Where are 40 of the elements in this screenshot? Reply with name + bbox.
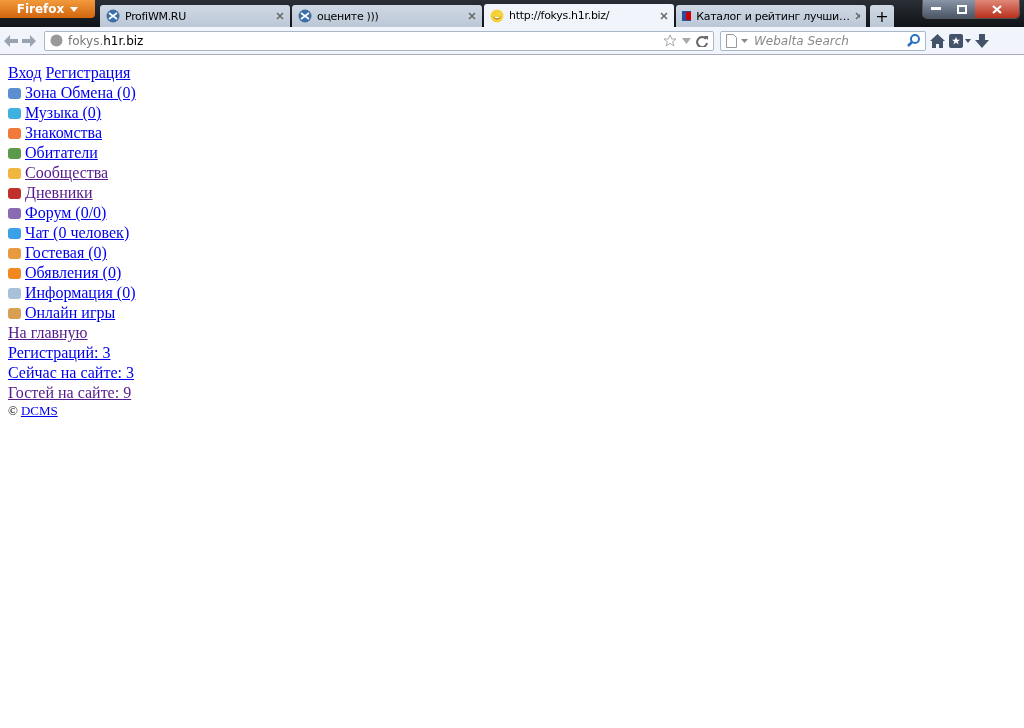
- minimize-icon[interactable]: [923, 0, 949, 18]
- caret-icon: [70, 6, 79, 12]
- browser-tab[interactable]: http://fokys.h1r.biz/: [484, 4, 674, 27]
- home-icon[interactable]: [930, 33, 945, 48]
- page-icon: [726, 33, 737, 48]
- copyright-sign: ©: [8, 402, 18, 420]
- menu-link[interactable]: Дневники: [25, 183, 93, 203]
- reload-icon[interactable]: [696, 34, 708, 47]
- menu-link[interactable]: Сообщества: [25, 163, 109, 183]
- new-tab-button[interactable]: +: [870, 5, 894, 27]
- download-icon[interactable]: [975, 33, 989, 48]
- browser-tab[interactable]: ProfiWM.RU: [100, 5, 290, 27]
- search-icon[interactable]: [907, 34, 920, 47]
- menu-link[interactable]: Чат (0 человек): [25, 223, 130, 243]
- menu-link[interactable]: Форум (0/0): [25, 203, 107, 223]
- register-link[interactable]: Регистрация: [45, 63, 131, 83]
- menu-link[interactable]: Онлайн игры: [25, 303, 116, 323]
- address-field[interactable]: fokys.h1r.biz: [44, 30, 714, 51]
- nav-link[interactable]: Сейчас на сайте: 3: [8, 363, 134, 383]
- badge-icon: [682, 11, 692, 21]
- star-icon[interactable]: [663, 33, 677, 48]
- dropdown-icon[interactable]: [741, 38, 748, 43]
- maximize-icon[interactable]: [949, 0, 975, 18]
- dcms-link[interactable]: DCMS: [20, 401, 58, 421]
- menu-link[interactable]: Гостевая (0): [25, 243, 107, 263]
- menu-link[interactable]: Информация (0): [25, 283, 136, 303]
- login-link[interactable]: Вход: [8, 63, 42, 83]
- menu-link[interactable]: Обитатели: [25, 143, 98, 163]
- menu-link[interactable]: Зона Обмена (0): [25, 83, 136, 103]
- menu-link[interactable]: Знакомства: [25, 123, 102, 143]
- nav-link[interactable]: Регистраций: 3: [8, 343, 111, 363]
- bookmarks-icon[interactable]: [949, 33, 971, 48]
- menu-link[interactable]: Обявления (0): [25, 263, 122, 283]
- smiley-icon: [490, 8, 504, 23]
- browser-tab[interactable]: Каталог и рейтинг лучши…: [676, 5, 866, 27]
- menu-link[interactable]: Музыка (0): [25, 103, 102, 123]
- browser-tab[interactable]: оцените ))): [292, 5, 482, 27]
- search-bar[interactable]: Webalta Search: [720, 30, 926, 51]
- nav-link[interactable]: Гостей на сайте: 9: [8, 383, 132, 403]
- nav-link[interactable]: На главную: [8, 323, 88, 343]
